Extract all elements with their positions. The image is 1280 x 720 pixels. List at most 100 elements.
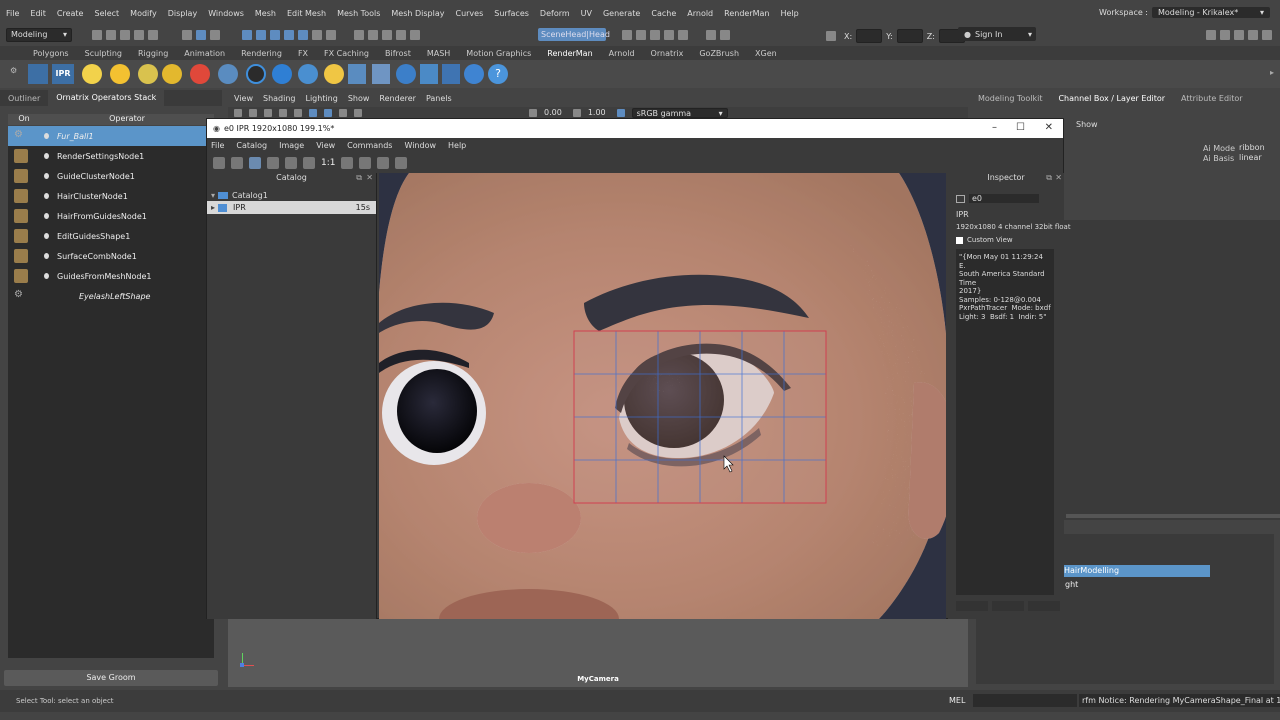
collapse-arrow-icon[interactable]: ▾ bbox=[211, 191, 215, 200]
open-scene-icon[interactable] bbox=[106, 30, 116, 40]
snap-grid-icon[interactable] bbox=[242, 30, 252, 40]
zoom-icon[interactable] bbox=[231, 156, 243, 169]
menu-mesh-tools[interactable]: Mesh Tools bbox=[337, 9, 380, 18]
catalog-item-ipr[interactable]: ▸ IPR 15s bbox=[207, 201, 376, 214]
visibility-bulb-icon[interactable] bbox=[44, 253, 49, 259]
camera-icon[interactable] bbox=[234, 108, 242, 117]
custom-view-checkbox[interactable] bbox=[956, 236, 963, 244]
lock-camera-icon[interactable] bbox=[249, 108, 257, 117]
refresh-render-icon[interactable] bbox=[285, 156, 297, 169]
help-icon[interactable]: ? bbox=[488, 64, 508, 84]
operator-row[interactable]: RenderSettingsNode1 bbox=[8, 146, 214, 166]
new-scene-icon[interactable] bbox=[92, 30, 102, 40]
layer-row-label[interactable]: ght bbox=[1065, 580, 1078, 589]
expand-arrow-icon[interactable]: ▸ bbox=[211, 203, 215, 212]
inspector-btn-2[interactable] bbox=[992, 601, 1024, 611]
env-light-icon[interactable] bbox=[162, 64, 182, 84]
gamma-value[interactable]: 1.00 bbox=[588, 108, 606, 117]
inspector-btn-3[interactable] bbox=[1028, 601, 1060, 611]
wireframe-icon[interactable] bbox=[309, 108, 317, 117]
settings-gear-icon[interactable] bbox=[1262, 30, 1272, 40]
menu-curves[interactable]: Curves bbox=[455, 9, 483, 18]
lasso-icon[interactable] bbox=[396, 30, 406, 40]
tool-settings-icon[interactable] bbox=[1234, 30, 1244, 40]
inspector-name-field[interactable]: e0 bbox=[969, 194, 1039, 203]
select-component-icon[interactable] bbox=[210, 30, 220, 40]
color-management-icon[interactable] bbox=[616, 108, 625, 117]
workspace-dropdown[interactable]: Modeling - Krikalex* ▾ bbox=[1152, 7, 1270, 18]
shelf-tab-fx[interactable]: FX bbox=[298, 49, 308, 58]
splitter-handle[interactable] bbox=[1066, 514, 1280, 518]
grid-icon[interactable] bbox=[294, 108, 302, 117]
shelf-tab-rendering[interactable]: Rendering bbox=[241, 49, 282, 58]
gamma-icon[interactable] bbox=[572, 108, 581, 117]
bookmark-icon[interactable] bbox=[264, 108, 272, 117]
coord-y-field[interactable] bbox=[896, 29, 923, 43]
viewport-menu-show[interactable]: Show bbox=[348, 94, 370, 103]
menu-renderman[interactable]: RenderMan bbox=[724, 9, 769, 18]
menu-create[interactable]: Create bbox=[57, 9, 84, 18]
smooth-shade-icon[interactable] bbox=[324, 108, 332, 117]
menu-mesh[interactable]: Mesh bbox=[255, 9, 276, 18]
menu-file[interactable]: File bbox=[6, 9, 19, 18]
shelf-tab-xgen[interactable]: XGen bbox=[755, 49, 777, 58]
visibility-bulb-icon[interactable] bbox=[44, 193, 49, 199]
render-settings-icon[interactable] bbox=[664, 30, 674, 40]
material-icon[interactable] bbox=[372, 64, 390, 84]
bulb-icon[interactable] bbox=[324, 64, 344, 84]
image-plane-icon[interactable] bbox=[279, 108, 287, 117]
menu-arnold[interactable]: Arnold bbox=[687, 9, 713, 18]
it-menu-image[interactable]: Image bbox=[279, 141, 304, 150]
ipr-render-icon[interactable] bbox=[650, 30, 660, 40]
show-menu[interactable]: Show bbox=[1076, 120, 1098, 129]
coord-x-field[interactable] bbox=[856, 29, 883, 43]
shelf-tab-bifrost[interactable]: Bifrost bbox=[385, 49, 411, 58]
calculator-icon[interactable] bbox=[348, 64, 366, 84]
ipr-button[interactable]: IPR bbox=[52, 64, 74, 84]
shelf-tab-fx-caching[interactable]: FX Caching bbox=[324, 49, 369, 58]
visibility-bulb-icon[interactable] bbox=[44, 233, 49, 239]
actual-size-button[interactable]: 1:1 bbox=[321, 158, 335, 168]
undo-icon[interactable] bbox=[134, 30, 144, 40]
operator-row[interactable]: ⚙ Fur_Ball1 bbox=[8, 126, 214, 146]
menu-mesh-display[interactable]: Mesh Display bbox=[391, 9, 444, 18]
shelf-tab-motion-graphics[interactable]: Motion Graphics bbox=[466, 49, 531, 58]
ai-mode-value[interactable]: ribbon bbox=[1239, 143, 1265, 152]
it-menu-catalog[interactable]: Catalog bbox=[236, 141, 267, 150]
sun-light-icon[interactable] bbox=[110, 64, 130, 84]
save-groom-button[interactable]: Save Groom bbox=[4, 670, 218, 686]
lut-icon[interactable] bbox=[377, 156, 390, 169]
exposure-icon[interactable] bbox=[529, 108, 537, 117]
menu-windows[interactable]: Windows bbox=[208, 9, 244, 18]
attribute-editor-icon[interactable] bbox=[1220, 30, 1230, 40]
select-hierarchy-icon[interactable] bbox=[182, 30, 192, 40]
menu-cache[interactable]: Cache bbox=[651, 9, 676, 18]
operator-row[interactable]: HairFromGuidesNode1 bbox=[8, 206, 214, 226]
tab-modeling-toolkit[interactable]: Modeling Toolkit bbox=[970, 94, 1050, 103]
operator-row[interactable]: EditGuidesShape1 bbox=[8, 226, 214, 246]
it-menu-view[interactable]: View bbox=[316, 141, 335, 150]
minimize-icon[interactable]: – bbox=[992, 122, 997, 133]
textured-icon[interactable] bbox=[339, 108, 347, 117]
refresh-icon[interactable] bbox=[464, 64, 484, 84]
hypershade-icon[interactable] bbox=[678, 30, 688, 40]
visibility-bulb-icon[interactable] bbox=[44, 153, 49, 159]
globe-icon[interactable] bbox=[396, 64, 416, 84]
shelf-tab-sculpting[interactable]: Sculpting bbox=[85, 49, 122, 58]
operator-row[interactable]: HairClusterNode1 bbox=[8, 186, 214, 206]
close-panel-icon[interactable]: ✕ bbox=[1055, 173, 1062, 182]
menu-edit-mesh[interactable]: Edit Mesh bbox=[287, 9, 326, 18]
layer-row-selected[interactable]: HairModelling bbox=[1062, 565, 1210, 577]
operator-row[interactable]: SurfaceCombNode1 bbox=[8, 246, 214, 266]
it-menu-help[interactable]: Help bbox=[448, 141, 466, 150]
crop-icon[interactable] bbox=[249, 156, 261, 169]
close-icon[interactable]: ✕ bbox=[1045, 122, 1053, 133]
viewport-menu-shading[interactable]: Shading bbox=[263, 94, 296, 103]
info-icon[interactable] bbox=[272, 64, 292, 84]
modeling-toolkit-icon[interactable] bbox=[1206, 30, 1216, 40]
sphere-light-icon[interactable] bbox=[218, 64, 238, 84]
snap-point-icon[interactable] bbox=[270, 30, 280, 40]
channel-box-icon[interactable] bbox=[1248, 30, 1258, 40]
magnify-icon[interactable] bbox=[303, 156, 315, 169]
exposure-value[interactable]: 0.00 bbox=[544, 108, 562, 117]
